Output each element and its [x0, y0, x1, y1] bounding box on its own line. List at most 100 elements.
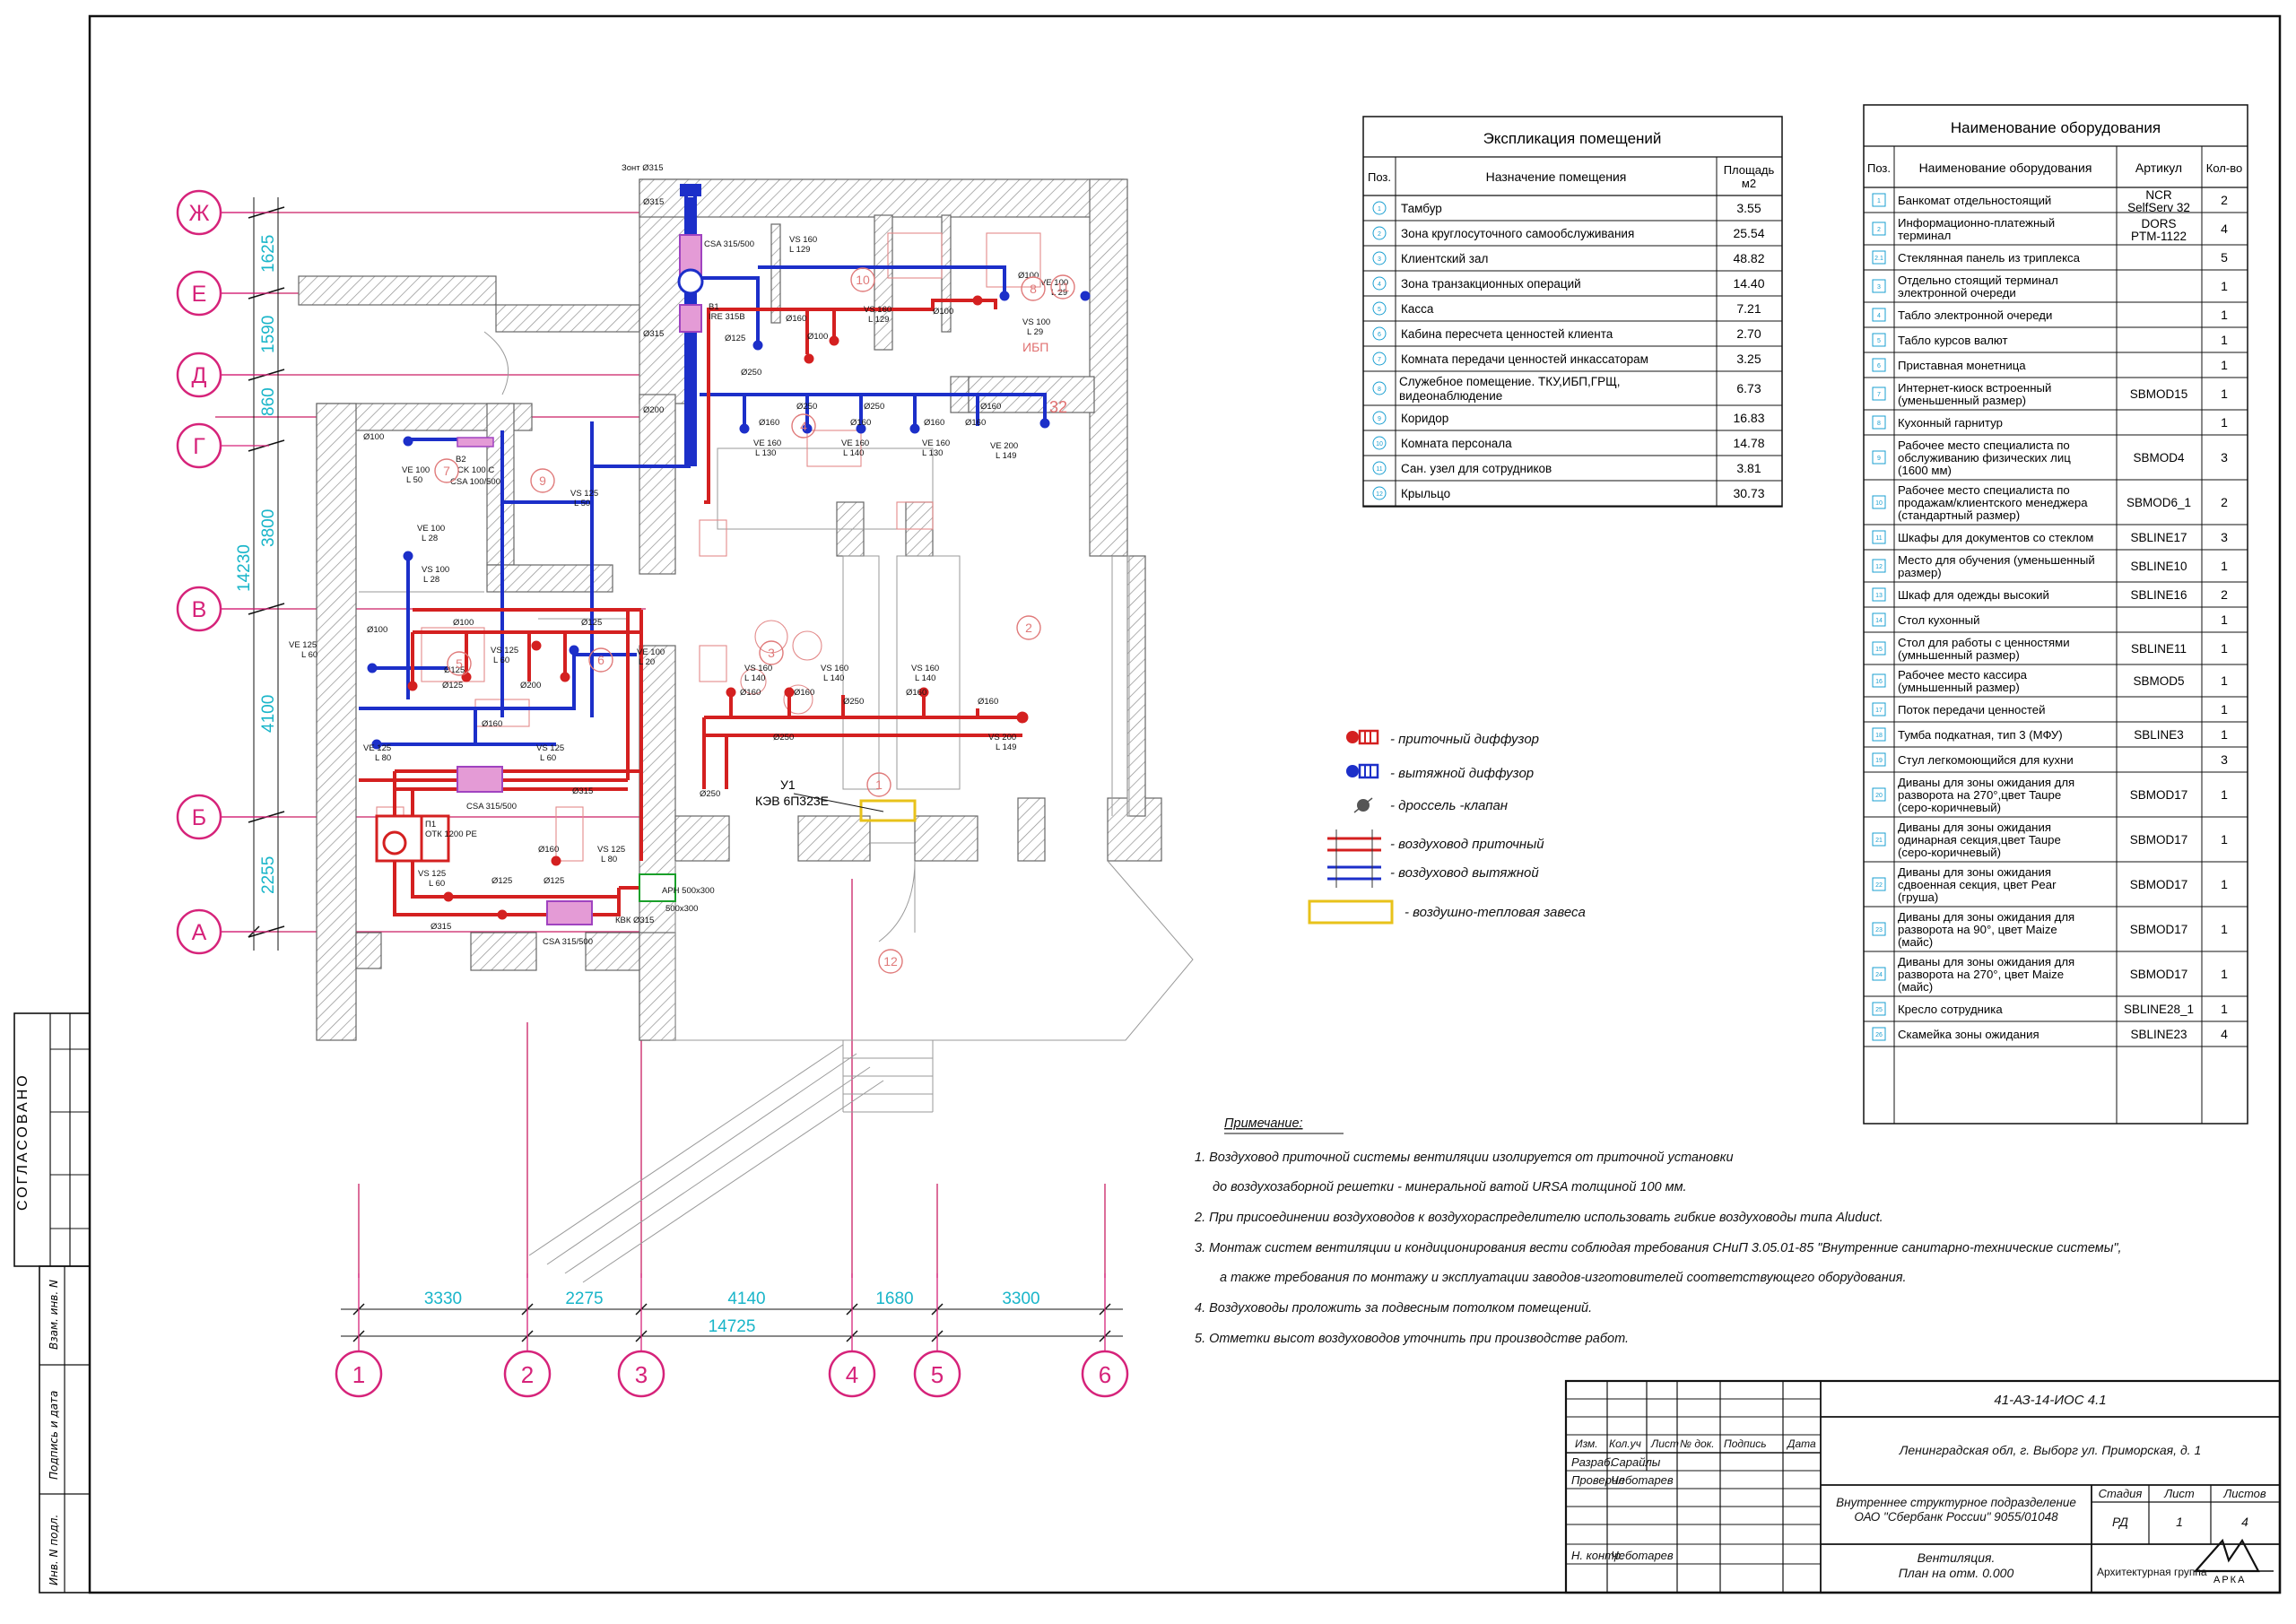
label-ve160b: VE 160 [841, 439, 869, 448]
axis-bubble-row-d: Д [176, 352, 269, 398]
axis-col-label: 3 [635, 1361, 648, 1388]
room-pos: 10 [1376, 441, 1383, 447]
stamp-col-doc: № док. [1680, 1437, 1715, 1450]
label-ck100: CK 100 C [457, 465, 494, 475]
horizontal-dimension: 2275 [565, 1290, 603, 1308]
equipment-qty: 5 [2221, 250, 2228, 265]
equipment-row: 4 Табло электронной очереди 1 [1864, 308, 2248, 328]
axis-bubble-col-5: 5 [913, 1273, 961, 1398]
room-name: Крыльцо [1401, 487, 1450, 500]
equipment-row: 7 Интернет-киоск встроенный (уменьшенный р… [1864, 381, 2248, 411]
label-vs125e: VS 125 [418, 869, 446, 879]
label-csa315: CSA 315/500 [704, 239, 754, 249]
label-vs200: VS 200 [988, 733, 1016, 743]
legend-supply-duct-symbol [1327, 829, 1381, 859]
label-ve160a: VE 160 [753, 439, 781, 448]
room-tag-number: 2 [1025, 621, 1032, 635]
equipment-article: SBLINE16 [2130, 588, 2187, 602]
label-vs160c: VS 160 [744, 664, 772, 673]
equipment-name: Место для обучения (уменьшенный размер) [1898, 553, 2095, 579]
label-vs125b: VS 125 [491, 646, 518, 656]
label-d125e: Ø125 [491, 876, 512, 886]
room-tag-number: 1 [875, 777, 883, 792]
room-pos: 11 [1376, 466, 1382, 473]
equipment-pos: 5 [1877, 338, 1881, 344]
equipment-pos: 4 [1877, 313, 1881, 319]
room-tag-4: 4 [791, 413, 816, 439]
label-l60b: L 60 [301, 650, 317, 660]
equipment-name: Скамейка зоны ожидания [1898, 1028, 2039, 1041]
equipment-qty: 1 [2221, 787, 2228, 802]
label-l60d: L 60 [429, 879, 445, 889]
equipment-article: SBLINE28_1 [2124, 1003, 2194, 1016]
axis-col-label: 1 [352, 1361, 365, 1388]
label-ibp: ИБП [1022, 340, 1048, 354]
equipment-qty: 2 [2221, 587, 2228, 602]
label-b1: В1 [709, 302, 719, 312]
vertical-dimension: 4100 [259, 695, 278, 733]
equipment-row: 23 Диваны для зоны ожидания для разворота … [1864, 910, 2248, 952]
equipment-pos: 21 [1875, 838, 1883, 844]
equipment-row: 21 Диваны для зоны ожидания одинарная секц… [1864, 821, 2248, 863]
legend-text-damper: - дроссель -клапан [1390, 798, 1508, 813]
label-d125: Ø125 [725, 334, 745, 343]
equipment-row: 25 Кресло сотрудника SBLINE28_1 1 [1864, 1002, 2248, 1022]
equipment-article: SBMOD17 [2130, 878, 2188, 891]
equipment-name: Шкафы для документов со стеклом [1898, 531, 2093, 544]
room-row: 2 Зона круглосуточного самообслуживания 25… [1363, 226, 1782, 247]
label-l130b: L 130 [922, 448, 943, 458]
label-kvk: КВК Ø315 [615, 916, 654, 925]
arka-logo: АРКА [2193, 1538, 2274, 1585]
exhaust-diffusers [367, 291, 1091, 750]
label-l28a: L 28 [422, 534, 438, 543]
room-tag-10: 10 [850, 267, 875, 292]
equipment-article: SBMOD17 [2130, 833, 2188, 847]
horizontal-dimension: 3300 [1002, 1290, 1039, 1308]
equipment-qty: 1 [2221, 922, 2228, 936]
equipment-name: Кухонный гарнитур [1898, 416, 2003, 430]
label-l60c: L 60 [540, 753, 556, 763]
legend-text-supply-diffuser: - приточный диффузор [1390, 732, 1539, 747]
label-d100c: Ø100 [1018, 271, 1039, 281]
room-row: 12 Крыльцо 30.73 [1363, 486, 1782, 507]
equipment-row: 14 Стол кухонный 1 [1864, 612, 2248, 633]
equipment-pos: 12 [1875, 564, 1883, 570]
legend-exhaust-duct-symbol [1327, 858, 1381, 888]
room-row: 7 Комната передачи ценностей инкассаторам… [1363, 352, 1782, 372]
label-l50b: L 50 [574, 499, 590, 508]
label-vs100a: VS 100 [1022, 317, 1050, 327]
label-d250a: Ø250 [741, 368, 761, 378]
label-ve100b: VE 100 [402, 465, 430, 475]
label-zont: Зонт Ø315 [622, 163, 664, 173]
equipment-qty: 1 [2221, 559, 2228, 573]
equipment-pos: 11 [1875, 535, 1882, 542]
vertical-dimension: 860 [259, 387, 278, 416]
axis-col-label: 2 [521, 1361, 534, 1388]
side-inv-label: Взам. инв. N [48, 1280, 60, 1350]
equipment-name: Интернет-киоск встроенный (уменьшенный ра… [1898, 381, 2051, 407]
stamp-sheet-title: Вентиляция. План на отм. 0.000 [1899, 1550, 2014, 1580]
axis-bubble-row-a: А [176, 908, 269, 955]
room-tag-9: 9 [530, 468, 555, 493]
room-area: 16.83 [1733, 411, 1764, 425]
label-l140d: L 140 [915, 673, 935, 683]
label-d125b: Ø125 [581, 618, 602, 628]
equipment-table: Наименование оборудования Поз. Наименова… [1863, 104, 2248, 1125]
room-tag-number: 11 [1057, 280, 1070, 294]
equipment-article: SBLINE11 [2131, 642, 2187, 656]
rooms-header-pos: Поз. [1368, 170, 1391, 184]
equipment-row: 24 Диваны для зоны ожидания для разворота … [1864, 955, 2248, 997]
label-arn: АРН 500x300 [662, 886, 715, 896]
equipment-row: 9 Рабочее место специалиста по обслуживани… [1864, 439, 2248, 481]
label-vs125d: VS 125 [597, 845, 625, 855]
label-d160c: Ø160 [850, 418, 871, 428]
stamp-name-check: Чеботарев [1611, 1473, 1674, 1487]
room-name: Кабина пересчета ценностей клиента [1401, 327, 1613, 341]
equipment-qty: 1 [2221, 415, 2228, 430]
equipment-pos: 13 [1875, 593, 1883, 599]
horizontal-dimension-texts: 3330 2275 4140 1680 3300 14725 [424, 1290, 1040, 1336]
equipment-qty: 1 [2221, 641, 2228, 656]
equipment-pos: 14 [1875, 618, 1883, 624]
legend-exhaust-diffuser-symbol [1346, 763, 1379, 779]
label-l20: L 20 [639, 657, 655, 667]
